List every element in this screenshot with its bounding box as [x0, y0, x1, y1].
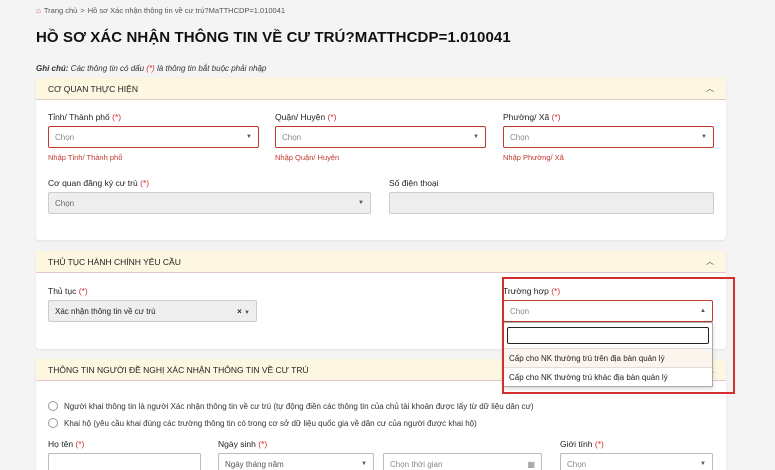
thutuc-value: Xác nhận thông tin về cư trú	[55, 306, 156, 316]
tinh-select[interactable]: Chọn ▼	[48, 126, 259, 148]
radio-option-self[interactable]: Người khai thông tin là người Xác nhận t…	[48, 401, 534, 411]
caret-down-icon: ▼	[358, 200, 364, 206]
caret-down-icon: ▼	[700, 461, 706, 467]
sdt-input[interactable]	[389, 192, 714, 214]
note-text: Các thông tin có dấu	[68, 64, 147, 73]
gioitinh-select[interactable]: Chọn ▼	[560, 453, 713, 470]
radio-button[interactable]	[48, 418, 58, 428]
thutuc-controls: × ▼	[237, 307, 250, 316]
caret-down-icon: ▼	[701, 134, 707, 140]
chevron-up-icon[interactable]: ︿	[706, 83, 714, 94]
hoten-label: Họ tên (*)	[48, 439, 85, 449]
ngaysinh-value: Ngày tháng năm	[225, 459, 284, 469]
calendar-icon[interactable]: ▦	[527, 460, 535, 469]
tinh-value: Chọn	[55, 132, 75, 142]
tinh-label: Tỉnh/ Thành phố (*)	[48, 112, 122, 122]
quan-select[interactable]: Chọn ▼	[275, 126, 486, 148]
gioitinh-label: Giới tính (*)	[560, 439, 604, 449]
radio-button[interactable]	[48, 401, 58, 411]
breadcrumb-separator: >	[80, 6, 85, 15]
thutuc-select[interactable]: Xác nhận thông tin về cư trú × ▼	[48, 300, 257, 322]
phuong-label: Phường/ Xã (*)	[503, 112, 561, 122]
breadcrumb-current: Hồ sơ Xác nhận thông tin về cư trú?MaTTH…	[87, 6, 286, 15]
phuong-helper: Nhập Phường/ Xã	[503, 153, 564, 162]
caret-down-icon: ▼	[244, 309, 250, 316]
note-text-end: là thông tin bắt buộc phải nhập	[154, 64, 267, 73]
quan-helper: Nhập Quận/ Huyện	[275, 153, 340, 162]
breadcrumb: ⌂ Trang chủ > Hồ sơ Xác nhận thông tin v…	[36, 6, 285, 15]
radio-option-proxy[interactable]: Khai hộ (yêu cầu khai đúng các trường th…	[48, 418, 477, 428]
page-title: HỒ SƠ XÁC NHẬN THÔNG TIN VỀ CƯ TRÚ?MATTH…	[36, 29, 511, 46]
breadcrumb-home[interactable]: Trang chủ	[44, 6, 78, 15]
required-note: Ghi chú: Các thông tin có dấu (*) là thô…	[36, 64, 266, 73]
tinh-helper: Nhập Tỉnh/ Thành phố	[48, 153, 123, 162]
coquan-select[interactable]: Chọn ▼	[48, 192, 371, 214]
section-title: THÔNG TIN NGƯỜI ĐỀ NGHỊ XÁC NHẬN THÔNG T…	[48, 364, 309, 375]
sdt-label: Số điện thoại	[389, 178, 439, 188]
section-header[interactable]: CƠ QUAN THỰC HIỆN ︿	[36, 78, 726, 100]
section-header[interactable]: THỦ TỤC HÀNH CHÍNH YÊU CẦU ︿	[36, 251, 726, 273]
caret-down-icon: ▼	[246, 134, 252, 140]
thoigian-input[interactable]: Chọn thời gian ▦	[383, 453, 542, 470]
highlight-box	[502, 277, 735, 394]
quan-label: Quận/ Huyện (*)	[275, 112, 337, 122]
coquan-value: Chọn	[55, 198, 75, 208]
section-title: CƠ QUAN THỰC HIỆN	[48, 83, 138, 94]
thoigian-placeholder: Chọn thời gian	[390, 459, 443, 469]
hoten-input[interactable]	[48, 453, 201, 470]
phuong-value: Chọn	[510, 132, 530, 142]
caret-down-icon: ▼	[473, 134, 479, 140]
clear-icon[interactable]: ×	[237, 307, 242, 316]
section-co-quan: CƠ QUAN THỰC HIỆN ︿ Tỉnh/ Thành phố (*) …	[36, 78, 726, 240]
caret-down-icon: ▼	[361, 461, 367, 467]
chevron-up-icon[interactable]: ︿	[706, 256, 714, 267]
ngaysinh-select[interactable]: Ngày tháng năm ▼	[218, 453, 374, 470]
phuong-select[interactable]: Chọn ▼	[503, 126, 714, 148]
note-label: Ghi chú:	[36, 64, 69, 73]
quan-value: Chọn	[282, 132, 302, 142]
section-title: THỦ TỤC HÀNH CHÍNH YÊU CẦU	[48, 256, 181, 267]
home-icon[interactable]: ⌂	[36, 6, 41, 15]
gioitinh-value: Chọn	[567, 459, 587, 469]
ngaysinh-label: Ngày sinh (*)	[218, 439, 268, 449]
coquan-label: Cơ quan đăng ký cư trú (*)	[48, 178, 150, 188]
radio-label: Khai hộ (yêu cầu khai đúng các trường th…	[64, 418, 477, 428]
radio-label: Người khai thông tin là người Xác nhận t…	[64, 401, 534, 411]
thutuc-label: Thủ tục (*)	[48, 286, 88, 296]
note-marker: (*)	[146, 64, 155, 73]
